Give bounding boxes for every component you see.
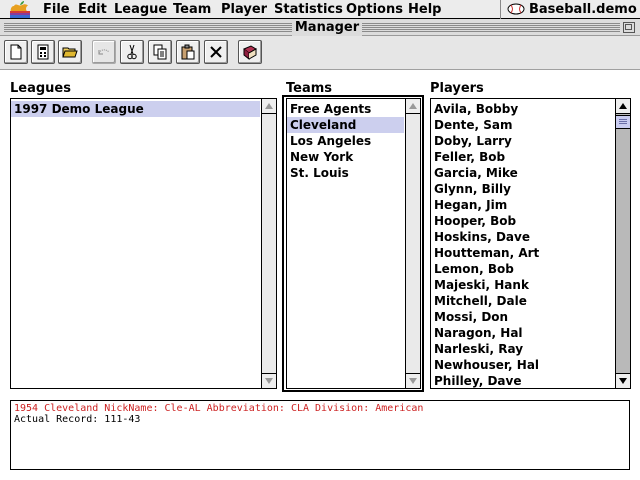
- application-switcher[interactable]: Baseball.demo: [500, 0, 640, 19]
- list-item[interactable]: Narleski, Ray: [431, 341, 614, 357]
- teams-list[interactable]: Free Agents Cleveland Los Angeles New Yo…: [286, 98, 421, 389]
- list-item[interactable]: Glynn, Billy: [431, 181, 614, 197]
- scissors-icon: [127, 44, 137, 60]
- list-item[interactable]: Dente, Sam: [431, 117, 614, 133]
- scroll-thumb[interactable]: [616, 115, 630, 129]
- menu-help[interactable]: Help: [408, 2, 441, 17]
- delete-x-icon: [210, 46, 222, 58]
- app-switch-label: Baseball.demo: [529, 2, 637, 17]
- book-button[interactable]: [238, 40, 262, 64]
- menu-options[interactable]: Options: [346, 2, 403, 17]
- delete-button[interactable]: [204, 40, 228, 64]
- list-item[interactable]: Lemon, Bob: [431, 261, 614, 277]
- toolbar: [0, 36, 640, 70]
- list-item[interactable]: Garcia, Mike: [431, 165, 614, 181]
- leagues-list[interactable]: 1997 Demo League: [10, 98, 277, 389]
- menu-player[interactable]: Player: [221, 2, 267, 17]
- title-stripes: [362, 23, 620, 32]
- new-document-icon: [10, 44, 22, 60]
- list-item[interactable]: Free Agents: [287, 101, 404, 117]
- menu-bar: File Edit League Team Player Statistics …: [0, 0, 640, 19]
- team-info-box: 1954 Cleveland NickName: Cle-AL Abbrevia…: [10, 400, 630, 470]
- list-item[interactable]: Feller, Bob: [431, 149, 614, 165]
- list-item[interactable]: Newhouser, Hal: [431, 357, 614, 373]
- players-list[interactable]: Avila, Bobby Dente, Sam Doby, Larry Fell…: [430, 98, 631, 389]
- calculator-icon: [37, 44, 49, 60]
- undo-button[interactable]: [92, 40, 116, 64]
- scroll-down-arrow-icon[interactable]: [616, 373, 630, 388]
- paste-button[interactable]: [176, 40, 200, 64]
- book-icon: [243, 45, 257, 60]
- window-title-bar[interactable]: Manager: [0, 19, 640, 36]
- menu-file[interactable]: File: [43, 2, 70, 17]
- list-item[interactable]: Houtteman, Art: [431, 245, 614, 261]
- cut-button[interactable]: [120, 40, 144, 64]
- baseball-app-icon: [507, 3, 525, 15]
- players-scrollbar[interactable]: [615, 99, 630, 388]
- scroll-up-arrow-icon[interactable]: [262, 99, 276, 114]
- list-item[interactable]: Hooper, Bob: [431, 213, 614, 229]
- list-item[interactable]: New York: [287, 149, 404, 165]
- scroll-up-arrow-icon[interactable]: [406, 99, 420, 114]
- scroll-down-arrow-icon[interactable]: [406, 373, 420, 388]
- zoom-box-icon[interactable]: [623, 22, 635, 33]
- menu-team[interactable]: Team: [173, 2, 211, 17]
- team-info-summary: 1954 Cleveland NickName: Cle-AL Abbrevia…: [14, 403, 424, 414]
- menu-edit[interactable]: Edit: [78, 2, 107, 17]
- window-title: Manager: [292, 19, 362, 36]
- paste-icon: [181, 44, 195, 60]
- leagues-label: Leagues: [10, 81, 71, 96]
- list-item[interactable]: Hegan, Jim: [431, 197, 614, 213]
- calculator-button[interactable]: [31, 40, 55, 64]
- leagues-scrollbar[interactable]: [261, 99, 276, 388]
- team-actual-record: Actual Record: 111-43: [14, 414, 141, 425]
- list-item[interactable]: Cleveland: [287, 117, 404, 133]
- list-item[interactable]: Los Angeles: [287, 133, 404, 149]
- menu-league[interactable]: League: [114, 2, 167, 17]
- list-item[interactable]: Hoskins, Dave: [431, 229, 614, 245]
- title-stripes: [4, 23, 292, 32]
- players-label: Players: [430, 81, 484, 96]
- open-button[interactable]: [58, 40, 82, 64]
- list-item[interactable]: Naragon, Hal: [431, 325, 614, 341]
- list-item[interactable]: Mitchell, Dale: [431, 293, 614, 309]
- list-item[interactable]: Doby, Larry: [431, 133, 614, 149]
- undo-icon: [98, 49, 110, 55]
- teams-scrollbar[interactable]: [405, 99, 420, 388]
- list-item[interactable]: Mossi, Don: [431, 309, 614, 325]
- list-item[interactable]: Avila, Bobby: [431, 101, 614, 117]
- teams-label: Teams: [286, 81, 333, 96]
- menu-statistics[interactable]: Statistics: [274, 2, 343, 17]
- list-item[interactable]: Philley, Dave: [431, 373, 614, 388]
- open-folder-icon: [62, 47, 78, 58]
- list-item[interactable]: 1997 Demo League: [11, 101, 260, 117]
- scroll-down-arrow-icon[interactable]: [262, 373, 276, 388]
- copy-icon: [153, 44, 167, 60]
- list-item[interactable]: St. Louis: [287, 165, 404, 181]
- scroll-up-arrow-icon[interactable]: [616, 99, 630, 114]
- list-item[interactable]: Majeski, Hank: [431, 277, 614, 293]
- apple-menu-icon[interactable]: [10, 1, 30, 18]
- new-button[interactable]: [4, 40, 28, 64]
- copy-button[interactable]: [148, 40, 172, 64]
